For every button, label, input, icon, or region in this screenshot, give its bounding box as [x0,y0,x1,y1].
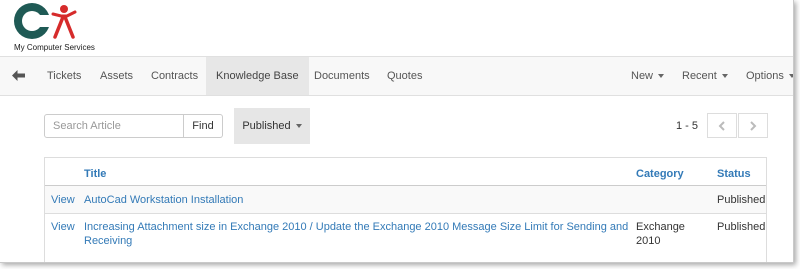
caret-down-icon [658,74,665,79]
nav-contracts[interactable]: Contracts [151,57,198,95]
view-link[interactable]: View [51,193,75,207]
article-status: Published [717,221,766,233]
row-divider [45,213,766,214]
nav-new-dropdown[interactable]: New [631,57,665,95]
published-filter-label: Published [242,120,291,132]
app-window: My Computer Services Tickets Assets Cont… [0,0,794,263]
nav-options-label: Options [746,70,784,82]
article-category-line: Exchange [636,221,685,233]
nav-new-label: New [631,70,654,82]
company-logo[interactable] [12,2,80,44]
article-title-line: Receiving [84,235,133,247]
find-button[interactable]: Find [184,114,223,138]
view-link[interactable]: View [51,220,75,234]
column-header-category[interactable]: Category [636,168,684,180]
article-category-line: 2010 [636,235,661,247]
next-page-button[interactable] [738,113,768,138]
published-filter-dropdown[interactable]: Published [234,108,310,144]
main-navbar: Tickets Assets Contracts Knowledge Base … [0,56,793,96]
nav-tickets[interactable]: Tickets [47,57,81,95]
company-name: My Computer Services [14,43,95,52]
nav-knowledge-base[interactable]: Knowledge Base [206,57,309,95]
column-header-title[interactable]: Title [84,168,106,180]
arrow-left-icon[interactable] [12,70,25,81]
article-title-link[interactable]: AutoCad Workstation Installation [84,193,243,207]
table-row: View AutoCad Workstation Installation Pu… [45,186,766,213]
caret-down-icon [788,74,793,79]
nav-assets[interactable]: Assets [100,57,133,95]
article-title-link[interactable]: Increasing Attachment size in Exchange 2… [84,220,628,248]
nav-quotes[interactable]: Quotes [387,57,422,95]
articles-table: Title Category Status View AutoCad Works… [44,157,767,262]
pagination-range: 1 - 5 [676,120,699,132]
column-header-status[interactable]: Status [717,168,751,180]
article-category: Exchange 2010 [636,220,685,248]
nav-recent-label: Recent [682,70,717,82]
header-branding: My Computer Services [0,0,793,56]
article-status: Published [717,194,766,206]
chevron-left-icon [718,121,725,131]
chevron-right-icon [750,121,757,131]
caret-down-icon [721,74,728,79]
previous-page-button[interactable] [707,113,737,138]
nav-documents[interactable]: Documents [314,57,370,95]
nav-options-dropdown[interactable]: Options [746,57,793,95]
search-article-input[interactable] [44,114,184,138]
nav-recent-dropdown[interactable]: Recent [682,57,728,95]
caret-down-icon [295,124,302,129]
article-title-line: Increasing Attachment size in Exchange 2… [84,221,629,233]
